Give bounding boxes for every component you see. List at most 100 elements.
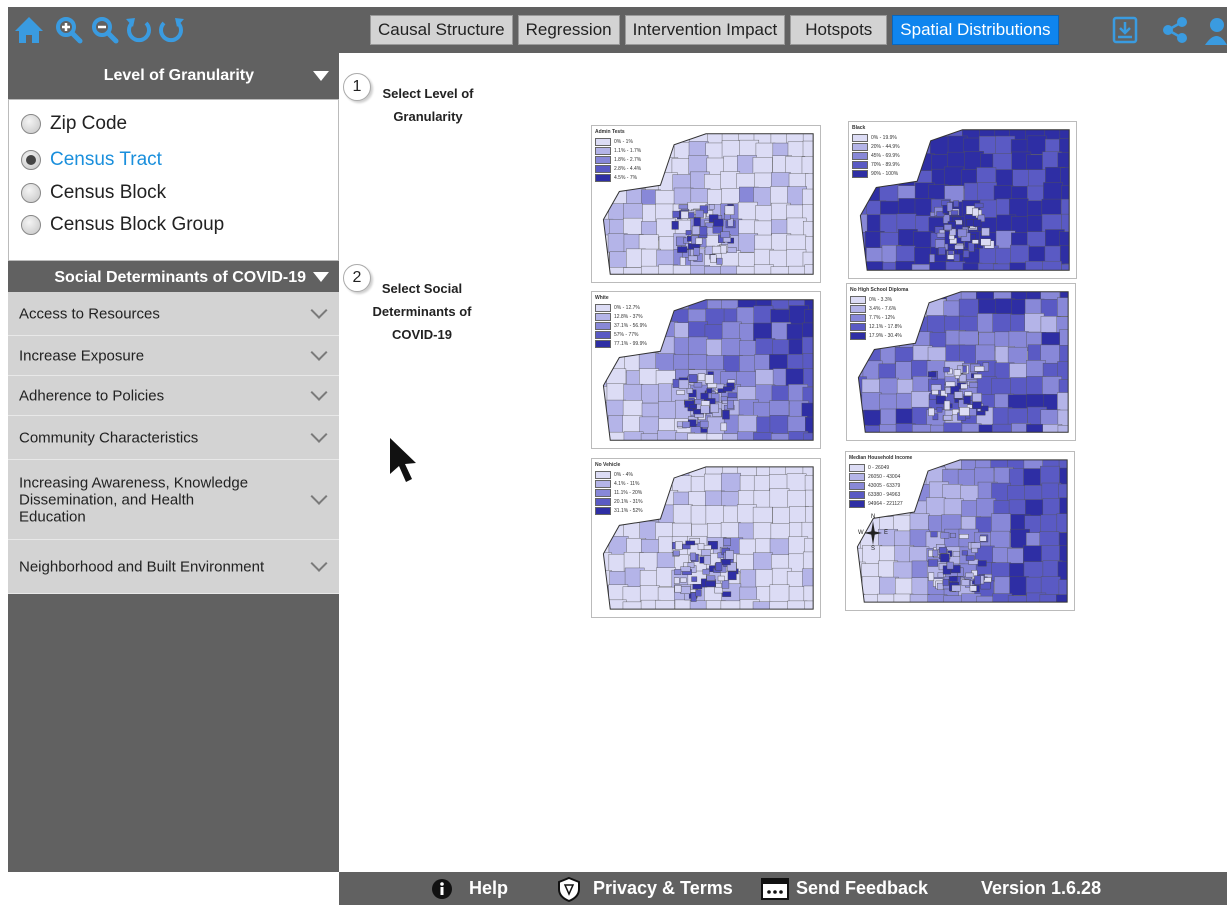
radio-button[interactable] bbox=[21, 215, 41, 235]
map-region bbox=[927, 559, 939, 567]
map-panel[interactable]: Black 0% - 19.9% 20% - 44.9% 45% - 69.9% 70%… bbox=[848, 121, 1077, 279]
radio-button[interactable] bbox=[21, 183, 41, 203]
radio-label: Census Tract bbox=[50, 149, 162, 170]
radio-button-checked[interactable] bbox=[21, 150, 41, 170]
top-toolbar: Causal Structure Regression Intervention… bbox=[8, 7, 1227, 53]
map-region bbox=[972, 401, 982, 409]
download-icon[interactable] bbox=[1108, 13, 1142, 52]
map-region bbox=[1042, 260, 1062, 271]
map-region bbox=[657, 430, 678, 441]
map-panel[interactable]: No High School Diploma 0% - 3.3% 3.4% - 7.… bbox=[846, 283, 1076, 441]
map-panel[interactable]: White 0% - 12.7% 12.8% - 37% 37.1% - 56.9% 5… bbox=[591, 291, 821, 449]
list-item-neighborhood-built-environment[interactable]: Neighborhood and Built Environment bbox=[8, 540, 339, 594]
map-region bbox=[695, 589, 702, 597]
legend-swatch bbox=[849, 499, 865, 508]
legend-label: 1.8% - 2.7% bbox=[614, 156, 642, 163]
step-1-badge: 1 bbox=[343, 73, 371, 101]
radio-zip-code[interactable]: Zip Code bbox=[21, 111, 127, 137]
map-region bbox=[936, 407, 943, 413]
caret-down-icon[interactable] bbox=[313, 272, 329, 282]
radio-census-tract[interactable]: Census Tract bbox=[21, 147, 162, 173]
map-region bbox=[947, 250, 954, 255]
map-region bbox=[680, 566, 691, 572]
legend-row: 63380 - 94963 bbox=[849, 490, 912, 499]
map-region bbox=[964, 391, 973, 397]
redo-icon[interactable] bbox=[154, 13, 188, 47]
map-region bbox=[995, 169, 1016, 189]
legend-row: 20% - 44.9% bbox=[852, 142, 900, 151]
map-region bbox=[944, 400, 951, 411]
chevron-down-icon[interactable] bbox=[310, 343, 328, 361]
map-region bbox=[672, 550, 680, 556]
chevron-down-icon[interactable] bbox=[310, 301, 328, 319]
legend-row: 3.4% - 7.6% bbox=[850, 304, 908, 313]
map-region bbox=[622, 415, 643, 435]
legend-row: 26050 - 43004 bbox=[849, 472, 912, 481]
legend-swatch bbox=[852, 142, 868, 151]
privacy-terms-link[interactable]: Privacy & Terms bbox=[557, 872, 733, 905]
chevron-down-icon[interactable] bbox=[310, 554, 328, 572]
list-item-label: Increasing Awareness, Knowledge Dissemin… bbox=[19, 474, 249, 525]
map-region bbox=[700, 549, 711, 556]
home-icon[interactable] bbox=[12, 13, 46, 47]
chevron-down-icon[interactable] bbox=[310, 487, 328, 505]
tab-intervention-impact[interactable]: Intervention Impact bbox=[624, 15, 786, 45]
map-region bbox=[801, 156, 814, 176]
list-item-increasing-awareness[interactable]: Increasing Awareness, Knowledge Dissemin… bbox=[8, 460, 339, 540]
list-item-label: Increase Exposure bbox=[19, 347, 145, 364]
chevron-down-icon[interactable] bbox=[310, 383, 328, 401]
user-icon[interactable] bbox=[1204, 13, 1227, 52]
list-item-adherence-to-policies[interactable]: Adherence to Policies bbox=[8, 376, 339, 416]
list-item-community-characteristics[interactable]: Community Characteristics bbox=[8, 416, 339, 460]
social-determinants-header[interactable]: Social Determinants of COVID-19 bbox=[8, 261, 339, 292]
map-region bbox=[706, 388, 713, 394]
map-region bbox=[720, 231, 730, 238]
legend-row: 4.1% - 11% bbox=[595, 479, 643, 488]
map-region bbox=[966, 219, 975, 227]
step-2-label: Select Social Determinants of COVID-19 bbox=[372, 281, 472, 342]
map-region bbox=[1059, 245, 1070, 265]
map-region bbox=[720, 422, 727, 432]
radio-census-block[interactable]: Census Block bbox=[21, 180, 166, 206]
help-link[interactable]: Help bbox=[431, 872, 508, 905]
map-panel[interactable]: Median Household Income 0 - 26049 26050 - … bbox=[845, 451, 1075, 611]
tab-hotspots[interactable]: Hotspots bbox=[790, 15, 888, 45]
legend-swatch bbox=[595, 330, 611, 339]
map-region bbox=[724, 205, 735, 215]
map-region bbox=[689, 552, 696, 561]
map-region bbox=[686, 388, 693, 394]
tab-causal-structure[interactable]: Causal Structure bbox=[370, 15, 513, 45]
map-region bbox=[944, 166, 964, 186]
map-panel[interactable]: Admin Tests 0% - 1% 1.1% - 1.7% 1.8% - 2.7%… bbox=[591, 125, 821, 283]
legend-swatch bbox=[595, 488, 611, 497]
legend-swatch bbox=[849, 463, 865, 472]
map-region bbox=[860, 184, 869, 204]
tab-spatial-distributions[interactable]: Spatial Distributions bbox=[892, 15, 1059, 45]
map-region bbox=[721, 559, 731, 566]
undo-icon[interactable] bbox=[122, 13, 156, 47]
radio-census-block-group[interactable]: Census Block Group bbox=[21, 212, 224, 238]
radio-button[interactable] bbox=[21, 114, 41, 134]
map-panel[interactable]: No Vehicle 0% - 4% 4.1% - 11% 11.1% - 20% 20… bbox=[591, 458, 821, 618]
zoom-in-icon[interactable] bbox=[52, 13, 86, 47]
map-region bbox=[699, 420, 709, 428]
map-region bbox=[879, 213, 900, 233]
share-icon[interactable] bbox=[1158, 13, 1192, 52]
map-legend: No High School Diploma 0% - 3.3% 3.4% - 7.… bbox=[850, 287, 908, 340]
legend-row: 90% - 100% bbox=[852, 169, 900, 178]
map-region bbox=[693, 217, 701, 227]
map-region bbox=[1007, 595, 1028, 603]
legend-label: 12.8% - 37% bbox=[614, 313, 643, 320]
list-item-increase-exposure[interactable]: Increase Exposure bbox=[8, 336, 339, 376]
zoom-out-icon[interactable] bbox=[88, 13, 122, 47]
tab-regression[interactable]: Regression bbox=[517, 15, 620, 45]
granularity-header[interactable]: Level of Granularity bbox=[8, 53, 339, 99]
caret-down-icon[interactable] bbox=[313, 71, 329, 81]
chevron-down-icon[interactable] bbox=[310, 425, 328, 443]
map-region bbox=[1040, 576, 1061, 596]
map-region bbox=[961, 550, 968, 556]
list-item-access-to-resources[interactable]: Access to Resources bbox=[8, 292, 339, 336]
granularity-title: Level of Granularity bbox=[103, 67, 254, 84]
legend-swatch bbox=[849, 490, 865, 499]
send-feedback-link[interactable]: Send Feedback bbox=[760, 872, 928, 905]
